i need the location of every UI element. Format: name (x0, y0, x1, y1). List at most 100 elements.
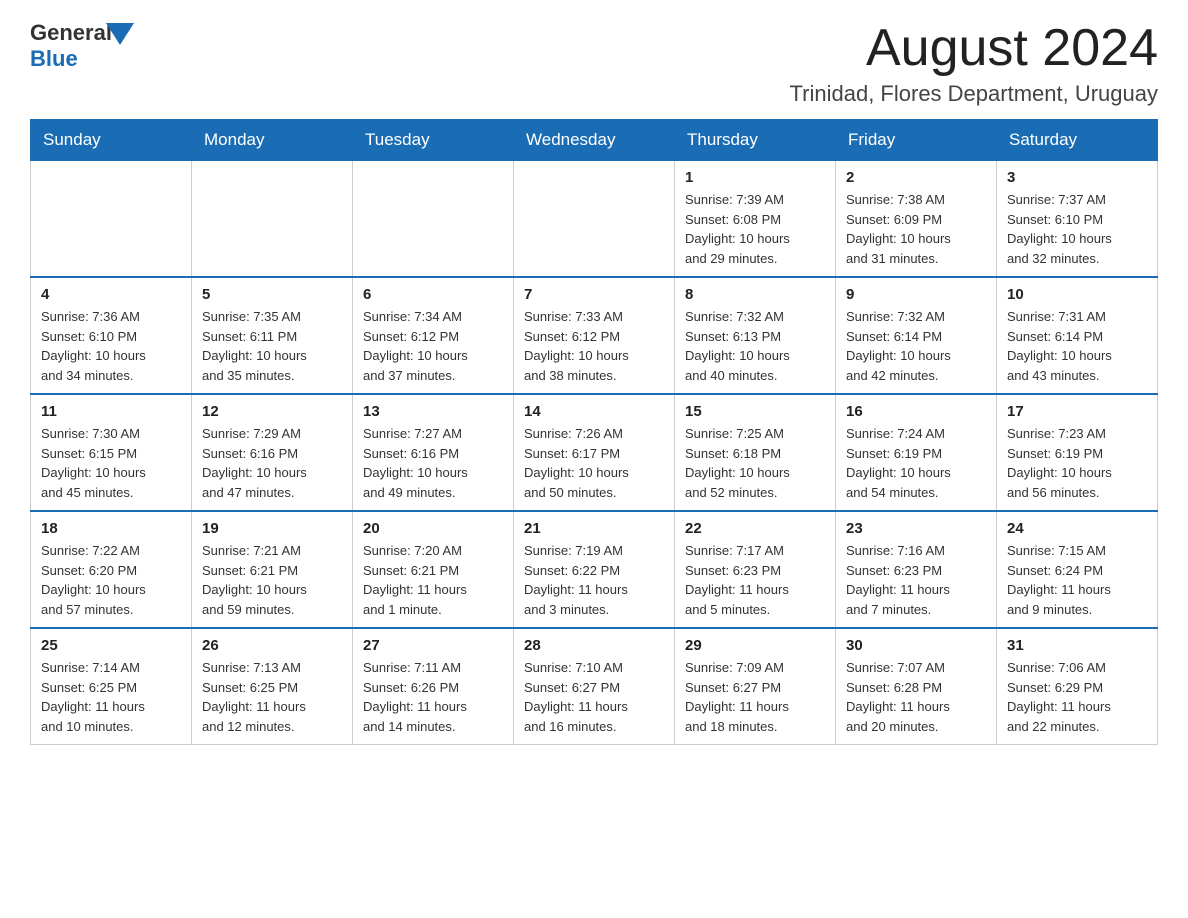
weekday-header-saturday: Saturday (997, 120, 1158, 161)
day-number: 15 (685, 403, 825, 420)
day-info: Sunrise: 7:33 AM Sunset: 6:12 PM Dayligh… (524, 307, 664, 385)
calendar-cell: 24 Sunrise: 7:15 AM Sunset: 6:24 PM Dayli… (997, 511, 1158, 628)
day-number: 31 (1007, 637, 1147, 654)
day-number: 24 (1007, 520, 1147, 537)
weekday-header-friday: Friday (836, 120, 997, 161)
calendar-cell (192, 161, 353, 278)
day-info: Sunrise: 7:14 AM Sunset: 6:25 PM Dayligh… (41, 658, 181, 736)
calendar-cell: 19 Sunrise: 7:21 AM Sunset: 6:21 PM Dayli… (192, 511, 353, 628)
day-info: Sunrise: 7:19 AM Sunset: 6:22 PM Dayligh… (524, 541, 664, 619)
calendar-cell: 14 Sunrise: 7:26 AM Sunset: 6:17 PM Dayli… (514, 394, 675, 511)
calendar-week-row: 4 Sunrise: 7:36 AM Sunset: 6:10 PM Daylig… (31, 277, 1158, 394)
calendar-cell: 18Sunrise: 7:22 AM Sunset: 6:20 PM Dayli… (31, 511, 192, 628)
day-info: Sunrise: 7:34 AM Sunset: 6:12 PM Dayligh… (363, 307, 503, 385)
weekday-header-tuesday: Tuesday (353, 120, 514, 161)
day-number: 19 (202, 520, 342, 537)
calendar-cell: 15 Sunrise: 7:25 AM Sunset: 6:18 PM Dayli… (675, 394, 836, 511)
day-info: Sunrise: 7:29 AM Sunset: 6:16 PM Dayligh… (202, 424, 342, 502)
logo-text-general: General (30, 20, 112, 46)
day-number: 26 (202, 637, 342, 654)
day-number: 9 (846, 286, 986, 303)
day-number: 7 (524, 286, 664, 303)
calendar-cell: 27Sunrise: 7:11 AM Sunset: 6:26 PM Dayli… (353, 628, 514, 745)
day-info: Sunrise: 7:16 AM Sunset: 6:23 PM Dayligh… (846, 541, 986, 619)
calendar-cell: 17 Sunrise: 7:23 AM Sunset: 6:19 PM Dayli… (997, 394, 1158, 511)
day-number: 29 (685, 637, 825, 654)
month-year-title: August 2024 (790, 20, 1158, 77)
calendar-cell: 3 Sunrise: 7:37 AM Sunset: 6:10 PM Daylig… (997, 161, 1158, 278)
calendar-cell: 20 Sunrise: 7:20 AM Sunset: 6:21 PM Dayli… (353, 511, 514, 628)
calendar-cell: 28 Sunrise: 7:10 AM Sunset: 6:27 PM Dayli… (514, 628, 675, 745)
day-number: 3 (1007, 169, 1147, 186)
calendar-cell: 13Sunrise: 7:27 AM Sunset: 6:16 PM Dayli… (353, 394, 514, 511)
day-number: 22 (685, 520, 825, 537)
day-number: 28 (524, 637, 664, 654)
day-info: Sunrise: 7:23 AM Sunset: 6:19 PM Dayligh… (1007, 424, 1147, 502)
calendar-cell: 11 Sunrise: 7:30 AM Sunset: 6:15 PM Dayli… (31, 394, 192, 511)
calendar-cell (514, 161, 675, 278)
day-number: 20 (363, 520, 503, 537)
day-info: Sunrise: 7:21 AM Sunset: 6:21 PM Dayligh… (202, 541, 342, 619)
calendar-week-row: 1 Sunrise: 7:39 AM Sunset: 6:08 PM Daylig… (31, 161, 1158, 278)
weekday-header-wednesday: Wednesday (514, 120, 675, 161)
calendar-week-row: 25 Sunrise: 7:14 AM Sunset: 6:25 PM Dayli… (31, 628, 1158, 745)
day-info: Sunrise: 7:20 AM Sunset: 6:21 PM Dayligh… (363, 541, 503, 619)
day-number: 23 (846, 520, 986, 537)
day-info: Sunrise: 7:37 AM Sunset: 6:10 PM Dayligh… (1007, 190, 1147, 268)
calendar-cell: 8Sunrise: 7:32 AM Sunset: 6:13 PM Daylig… (675, 277, 836, 394)
day-number: 1 (685, 169, 825, 186)
calendar-cell: 5 Sunrise: 7:35 AM Sunset: 6:11 PM Daylig… (192, 277, 353, 394)
calendar-cell: 12Sunrise: 7:29 AM Sunset: 6:16 PM Dayli… (192, 394, 353, 511)
day-number: 11 (41, 403, 181, 420)
calendar-cell (353, 161, 514, 278)
calendar-week-row: 18Sunrise: 7:22 AM Sunset: 6:20 PM Dayli… (31, 511, 1158, 628)
day-number: 6 (363, 286, 503, 303)
logo-text-blue: Blue (30, 46, 78, 72)
day-number: 13 (363, 403, 503, 420)
calendar-cell: 30 Sunrise: 7:07 AM Sunset: 6:28 PM Dayli… (836, 628, 997, 745)
weekday-header-sunday: Sunday (31, 120, 192, 161)
logo: General Blue (30, 20, 134, 72)
calendar-cell: 22 Sunrise: 7:17 AM Sunset: 6:23 PM Dayli… (675, 511, 836, 628)
day-info: Sunrise: 7:07 AM Sunset: 6:28 PM Dayligh… (846, 658, 986, 736)
day-info: Sunrise: 7:15 AM Sunset: 6:24 PM Dayligh… (1007, 541, 1147, 619)
calendar-cell: 1 Sunrise: 7:39 AM Sunset: 6:08 PM Daylig… (675, 161, 836, 278)
logo-triangle-icon (106, 23, 134, 45)
calendar-cell: 9 Sunrise: 7:32 AM Sunset: 6:14 PM Daylig… (836, 277, 997, 394)
day-info: Sunrise: 7:39 AM Sunset: 6:08 PM Dayligh… (685, 190, 825, 268)
day-info: Sunrise: 7:26 AM Sunset: 6:17 PM Dayligh… (524, 424, 664, 502)
day-number: 25 (41, 637, 181, 654)
calendar-cell: 7 Sunrise: 7:33 AM Sunset: 6:12 PM Daylig… (514, 277, 675, 394)
calendar-cell: 2Sunrise: 7:38 AM Sunset: 6:09 PM Daylig… (836, 161, 997, 278)
day-number: 30 (846, 637, 986, 654)
day-info: Sunrise: 7:36 AM Sunset: 6:10 PM Dayligh… (41, 307, 181, 385)
day-info: Sunrise: 7:35 AM Sunset: 6:11 PM Dayligh… (202, 307, 342, 385)
day-number: 14 (524, 403, 664, 420)
day-info: Sunrise: 7:11 AM Sunset: 6:26 PM Dayligh… (363, 658, 503, 736)
day-info: Sunrise: 7:31 AM Sunset: 6:14 PM Dayligh… (1007, 307, 1147, 385)
day-info: Sunrise: 7:10 AM Sunset: 6:27 PM Dayligh… (524, 658, 664, 736)
day-info: Sunrise: 7:09 AM Sunset: 6:27 PM Dayligh… (685, 658, 825, 736)
day-number: 8 (685, 286, 825, 303)
calendar-cell: 26 Sunrise: 7:13 AM Sunset: 6:25 PM Dayli… (192, 628, 353, 745)
day-number: 17 (1007, 403, 1147, 420)
calendar-header-row: SundayMondayTuesdayWednesdayThursdayFrid… (31, 120, 1158, 161)
calendar-cell: 10Sunrise: 7:31 AM Sunset: 6:14 PM Dayli… (997, 277, 1158, 394)
calendar-cell: 29 Sunrise: 7:09 AM Sunset: 6:27 PM Dayli… (675, 628, 836, 745)
day-info: Sunrise: 7:38 AM Sunset: 6:09 PM Dayligh… (846, 190, 986, 268)
day-info: Sunrise: 7:32 AM Sunset: 6:14 PM Dayligh… (846, 307, 986, 385)
day-number: 5 (202, 286, 342, 303)
calendar-cell: 16Sunrise: 7:24 AM Sunset: 6:19 PM Dayli… (836, 394, 997, 511)
weekday-header-monday: Monday (192, 120, 353, 161)
calendar-table: SundayMondayTuesdayWednesdayThursdayFrid… (30, 119, 1158, 745)
day-number: 4 (41, 286, 181, 303)
calendar-cell: 31Sunrise: 7:06 AM Sunset: 6:29 PM Dayli… (997, 628, 1158, 745)
day-info: Sunrise: 7:25 AM Sunset: 6:18 PM Dayligh… (685, 424, 825, 502)
day-info: Sunrise: 7:13 AM Sunset: 6:25 PM Dayligh… (202, 658, 342, 736)
calendar-cell (31, 161, 192, 278)
calendar-cell: 6 Sunrise: 7:34 AM Sunset: 6:12 PM Daylig… (353, 277, 514, 394)
day-info: Sunrise: 7:30 AM Sunset: 6:15 PM Dayligh… (41, 424, 181, 502)
day-info: Sunrise: 7:17 AM Sunset: 6:23 PM Dayligh… (685, 541, 825, 619)
day-number: 18 (41, 520, 181, 537)
calendar-cell: 21Sunrise: 7:19 AM Sunset: 6:22 PM Dayli… (514, 511, 675, 628)
